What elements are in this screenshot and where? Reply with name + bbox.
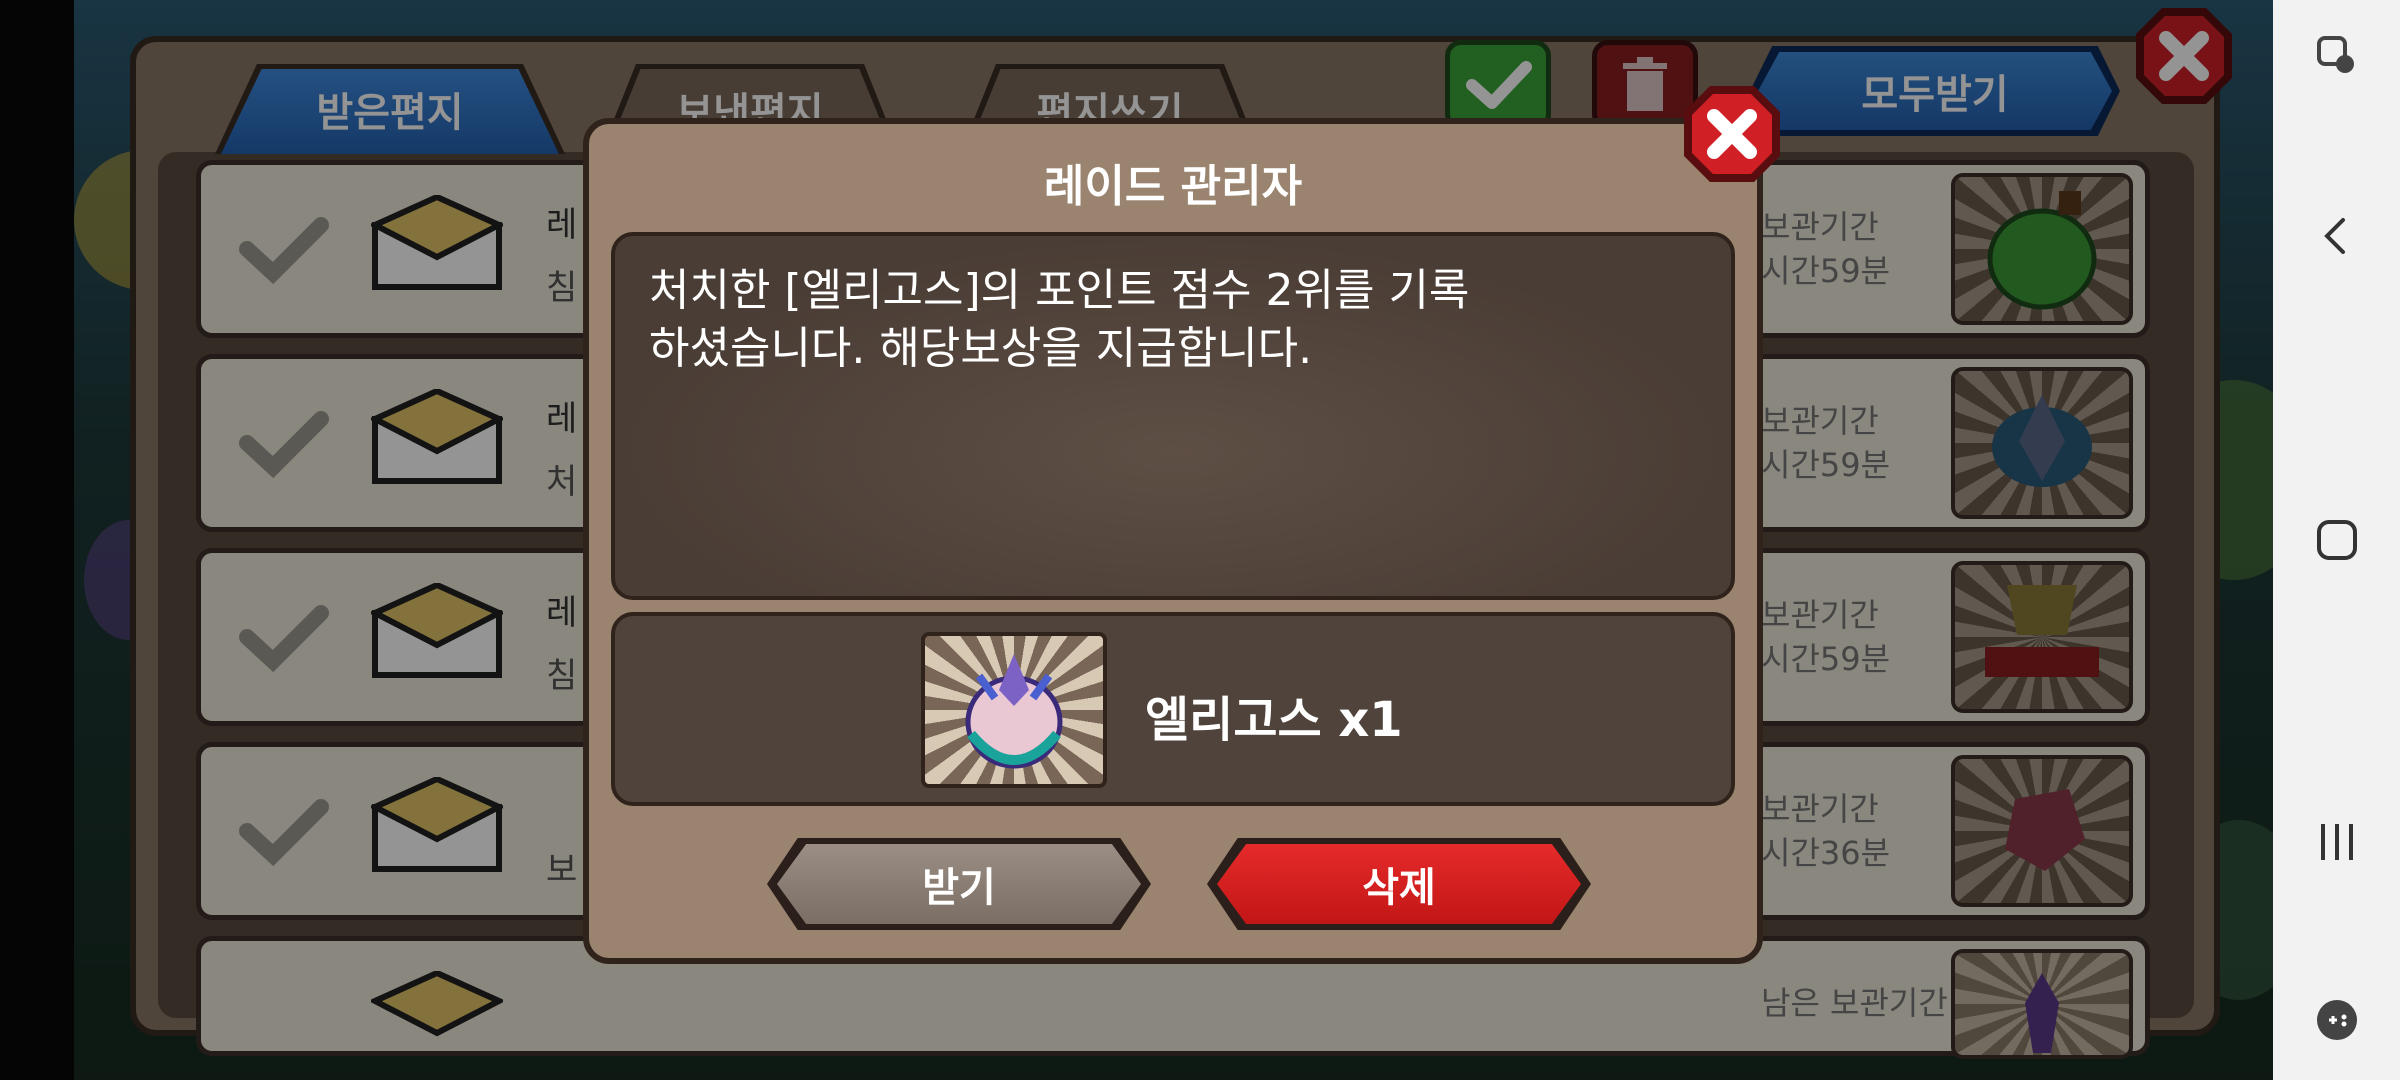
dialog-title: 레이드 관리자 bbox=[1043, 161, 1303, 212]
letterbox-left bbox=[0, 0, 74, 1080]
delete-label: 삭제 bbox=[1362, 865, 1436, 911]
close-icon bbox=[1684, 86, 1780, 182]
game-launcher-icon[interactable] bbox=[2315, 998, 2359, 1042]
accessibility-touch-icon[interactable] bbox=[2315, 34, 2359, 78]
receive-label: 받기 bbox=[922, 865, 996, 911]
receive-button[interactable]: 받기 bbox=[767, 838, 1151, 930]
game-screen: 받은편지 보낸편지 편지쓰기 모두받기 레 침 보관기간 시간59분 레 처 보… bbox=[0, 0, 2273, 1080]
recents-icon[interactable] bbox=[2315, 820, 2359, 864]
message-text: 처치한 [엘리고스]의 포인트 점수 2위를 기록 하셨습니다. 해당보상을 지… bbox=[649, 265, 1470, 374]
reward-box: 엘리고스 x1 bbox=[611, 612, 1735, 806]
back-icon[interactable] bbox=[2315, 214, 2359, 258]
dialog-close-button[interactable] bbox=[1680, 82, 1784, 186]
reward-label: 엘리고스 x1 bbox=[1145, 692, 1403, 748]
eligos-dragon-icon bbox=[921, 632, 1107, 788]
raid-reward-dialog: 레이드 관리자 처치한 [엘리고스]의 포인트 점수 2위를 기록 하셨습니다.… bbox=[583, 118, 1763, 964]
delete-button[interactable]: 삭제 bbox=[1207, 838, 1591, 930]
message-box: 처치한 [엘리고스]의 포인트 점수 2위를 기록 하셨습니다. 해당보상을 지… bbox=[611, 232, 1735, 600]
home-icon[interactable] bbox=[2315, 518, 2359, 562]
